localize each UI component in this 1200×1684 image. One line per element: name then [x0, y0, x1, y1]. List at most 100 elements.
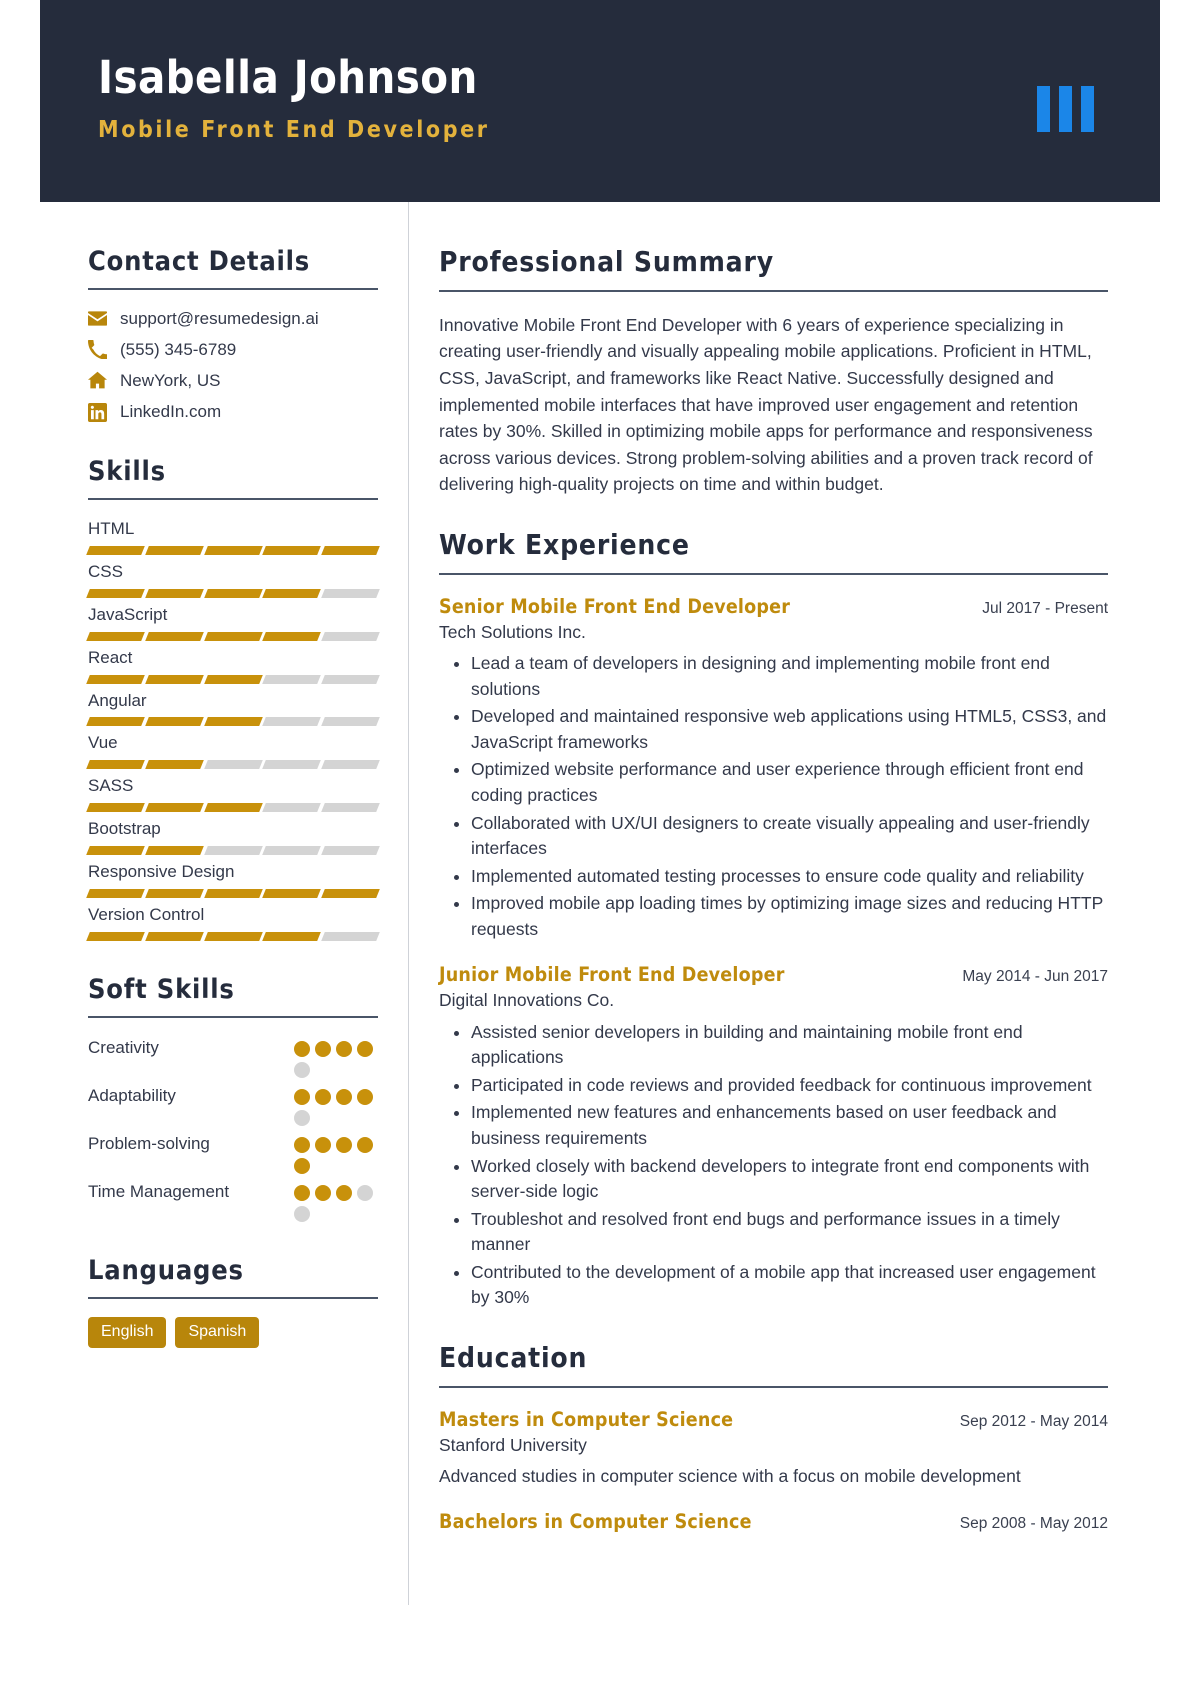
section-heading-skills: Skills	[88, 456, 166, 488]
skill-label: SASS	[88, 776, 134, 796]
soft-skill-label: Creativity	[88, 1037, 159, 1057]
soft-skill-label: Adaptability	[88, 1085, 176, 1105]
work-entry: Junior Mobile Front End Developer May 201…	[439, 963, 1108, 1311]
contact-row[interactable]: support@resumedesign.ai	[88, 308, 378, 330]
skill-segment	[262, 846, 322, 856]
skill-segment	[203, 889, 263, 899]
skill-level-bar	[86, 588, 380, 598]
rating-dot	[336, 1088, 352, 1105]
skill-segment	[203, 545, 263, 555]
skill-segment	[86, 545, 145, 555]
skill-level-bar	[86, 846, 380, 856]
resume-header: Isabella Johnson Mobile Front End Develo…	[40, 0, 1160, 202]
logo-bar-2	[1059, 86, 1072, 132]
education-entry-header: Masters in Computer Science Sep 2012 - Ma…	[439, 1408, 1108, 1431]
skill-segment	[203, 803, 263, 813]
skill-item: Angular	[86, 690, 380, 727]
skill-segment	[203, 932, 263, 942]
resume-body: Contact Details support@resumedesign.ai (…	[40, 202, 1160, 1606]
resume-page: Isabella Johnson Mobile Front End Develo…	[40, 0, 1160, 1606]
main-content: Professional Summary Innovative Mobile F…	[409, 202, 1160, 1605]
list-item: Optimized website performance and user e…	[471, 757, 1108, 808]
contact-value: NewYork, US	[120, 370, 221, 390]
education-entry-header: Bachelors in Computer Science Sep 2008 - …	[439, 1510, 1108, 1533]
page-title: Isabella Johnson	[98, 51, 478, 104]
education-entry-date: Sep 2008 - May 2012	[959, 1515, 1108, 1533]
list-item: Implemented automated testing processes …	[471, 864, 1108, 890]
list-item: Developed and maintained responsive web …	[471, 704, 1108, 755]
work-entry-bullets: Assisted senior developers in building a…	[439, 1020, 1108, 1311]
skill-segment	[321, 760, 380, 770]
rating-dot	[294, 1136, 310, 1153]
skill-segment	[203, 588, 263, 598]
skill-label: Angular	[88, 690, 147, 710]
rating-dot	[336, 1136, 352, 1153]
contact-row[interactable]: (555) 345-6789	[88, 339, 378, 361]
section-heading-summary: Professional Summary	[439, 245, 774, 278]
soft-skill-rating	[294, 1036, 378, 1078]
section-rule	[439, 572, 1108, 575]
skill-segment	[144, 545, 204, 555]
skill-item: HTML	[86, 518, 380, 555]
skill-segment	[144, 889, 204, 899]
contact-row[interactable]: LinkedIn.com	[88, 401, 378, 423]
job-title: Mobile Front End Developer	[98, 116, 490, 143]
section-heading-contact: Contact Details	[88, 246, 311, 277]
work-entry-header: Senior Mobile Front End Developer Jul 201…	[439, 595, 1108, 618]
skill-segment	[144, 932, 204, 942]
section-heading-education: Education	[439, 1340, 588, 1374]
logo-bar-1	[1037, 86, 1050, 132]
skill-segment	[321, 889, 380, 899]
skill-segment	[203, 760, 263, 770]
home-icon	[88, 371, 107, 390]
education-entry-list: Masters in Computer Science Sep 2012 - Ma…	[439, 1408, 1108, 1534]
list-item: Collaborated with UX/UI designers to cre…	[471, 811, 1108, 862]
skill-label: CSS	[88, 561, 123, 581]
skill-level-bar	[86, 717, 380, 727]
rating-dot	[336, 1184, 352, 1201]
skill-segment	[262, 717, 322, 727]
soft-skill-row: Time Management	[88, 1180, 378, 1222]
rating-dot	[294, 1205, 310, 1222]
header-identity: Isabella Johnson Mobile Front End Develo…	[98, 44, 490, 143]
skill-label: JavaScript	[88, 604, 168, 624]
education-entry-school: Stanford University	[439, 1434, 587, 1455]
skill-item: JavaScript	[86, 604, 380, 641]
skill-segment	[144, 631, 204, 641]
section-heading-work: Work Experience	[439, 527, 690, 561]
list-item: Assisted senior developers in building a…	[471, 1020, 1108, 1071]
education-entry-description: Advanced studies in computer science wit…	[439, 1466, 1021, 1487]
work-entry-role: Senior Mobile Front End Developer	[439, 594, 791, 618]
work-entry-company: Digital Innovations Co.	[439, 990, 615, 1011]
soft-skill-row: Adaptability	[88, 1084, 378, 1126]
skill-segment	[203, 631, 263, 641]
rating-dot	[357, 1136, 373, 1153]
rating-dot	[294, 1184, 310, 1201]
skill-segment	[321, 846, 380, 856]
section-languages: Languages English Spanish	[88, 1256, 378, 1348]
skill-segment	[262, 588, 322, 598]
skill-segment	[144, 674, 204, 684]
skill-label: HTML	[88, 518, 135, 538]
contact-row[interactable]: NewYork, US	[88, 370, 378, 392]
skill-segment	[203, 717, 263, 727]
contact-value: LinkedIn.com	[120, 401, 222, 421]
skill-item: React	[86, 647, 380, 684]
soft-skill-row: Problem-solving	[88, 1132, 378, 1174]
section-heading-languages: Languages	[88, 1254, 244, 1286]
section-rule	[88, 1296, 378, 1299]
section-heading-soft-skills: Soft Skills	[88, 974, 235, 1006]
section-rule	[88, 497, 378, 500]
skill-item: CSS	[86, 561, 380, 598]
skill-segment	[86, 846, 145, 856]
skill-segment	[203, 846, 263, 856]
language-tag[interactable]: English	[88, 1316, 167, 1348]
skill-segment	[262, 674, 322, 684]
skill-segment	[321, 631, 380, 641]
language-tag[interactable]: Spanish	[175, 1316, 260, 1348]
section-education: Education Masters in Computer Science Sep…	[439, 1340, 1108, 1534]
rating-dot	[315, 1088, 331, 1105]
section-contact-details: Contact Details support@resumedesign.ai (…	[88, 247, 378, 423]
skill-segment	[262, 889, 322, 899]
soft-skill-rating	[294, 1132, 378, 1174]
